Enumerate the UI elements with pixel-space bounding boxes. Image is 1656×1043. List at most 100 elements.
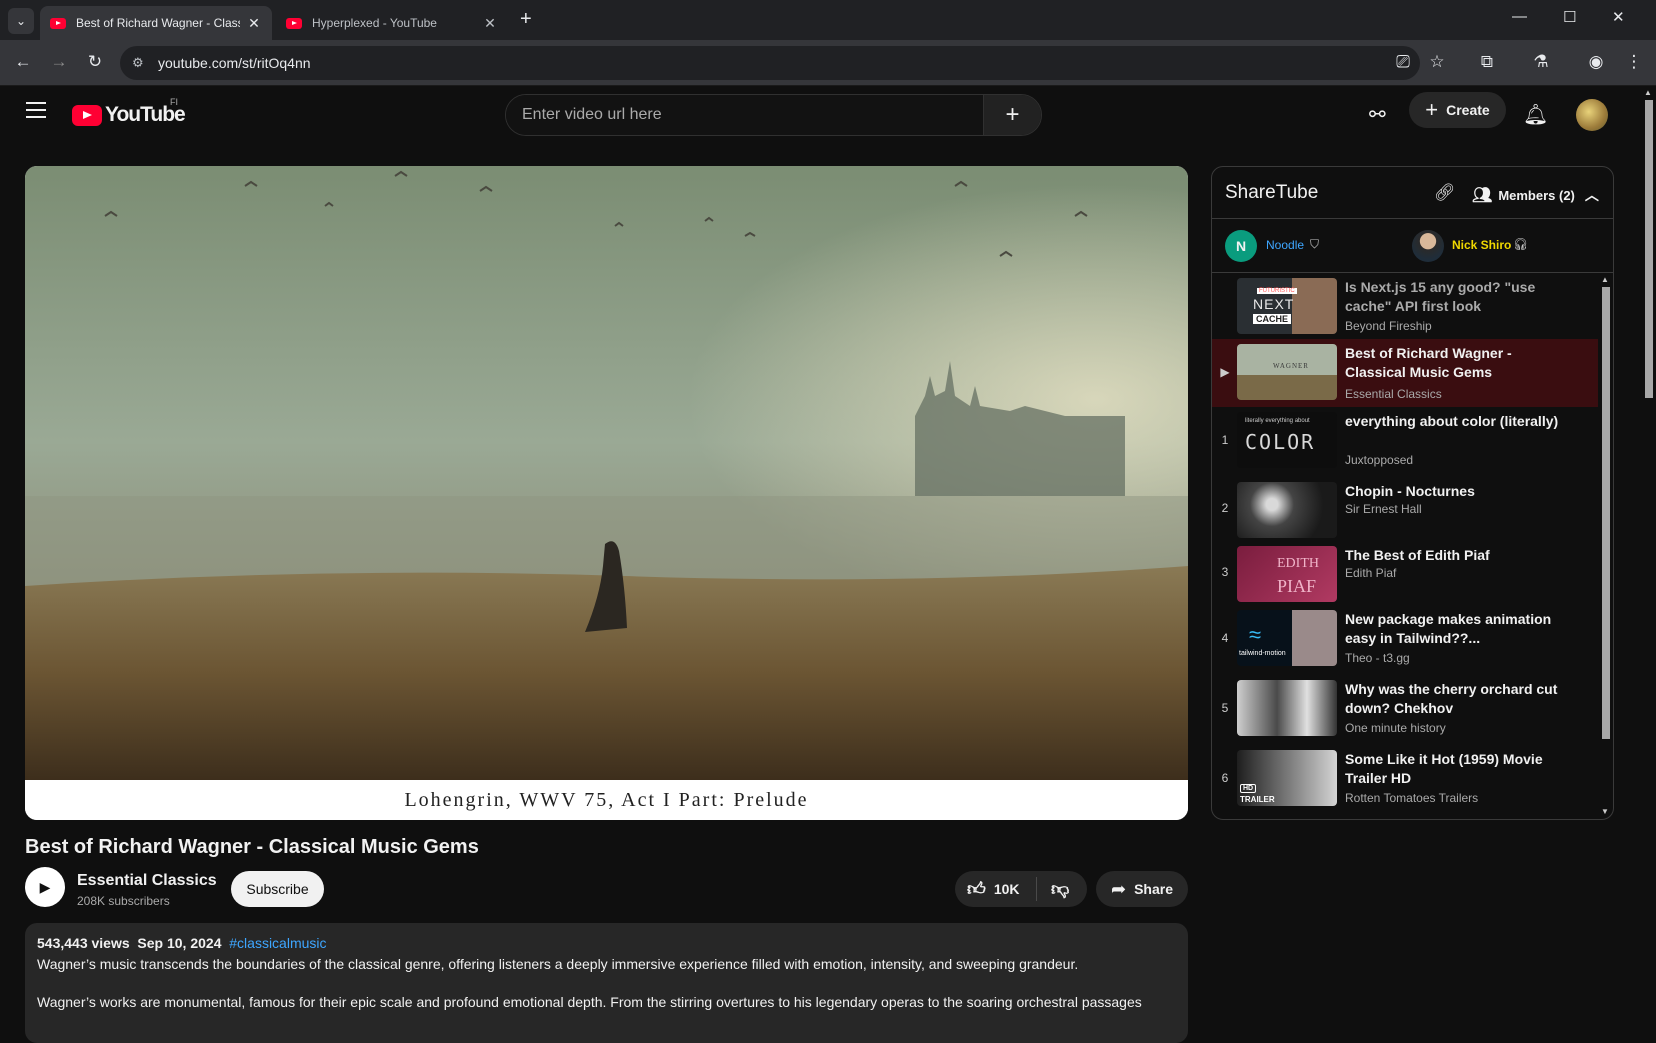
- notifications-bell-icon[interactable]: 🔔︎: [1523, 102, 1548, 127]
- browser-tab-bar: ⌄ Best of Richard Wagner - Classical Mus…: [0, 0, 1656, 40]
- browser-menu-icon[interactable]: ⋮: [1623, 52, 1645, 72]
- queue-item[interactable]: 1 literally everything about COLOR every…: [1212, 407, 1598, 473]
- subscribe-button[interactable]: Subscribe: [231, 871, 324, 907]
- close-window-icon[interactable]: ✕: [1612, 8, 1625, 26]
- youtube-favicon-icon: [50, 17, 66, 29]
- close-tab-icon[interactable]: ✕: [246, 15, 262, 32]
- queue-item[interactable]: 3 EDITH PIAF The Best of Edith Piaf Edit…: [1212, 541, 1598, 603]
- video-meta: 543,443 views Sep 10, 2024 #classicalmus…: [37, 935, 1176, 951]
- queue-item[interactable]: 6 HD TRAILER Some Like it Hot (1959) Mov…: [1212, 745, 1598, 811]
- video-caption: Lohengrin, WWV 75, Act I Part: Prelude: [25, 780, 1188, 820]
- install-app-icon[interactable]: ⎚: [1392, 52, 1414, 72]
- thumbs-up-icon: 👍︎: [967, 879, 986, 899]
- queue-item[interactable]: FUTURISTIC NEXT CACHE Is Next.js 15 any …: [1212, 273, 1598, 339]
- upload-date: Sep 10, 2024: [137, 935, 222, 951]
- close-tab-icon[interactable]: ✕: [482, 15, 498, 32]
- subscriber-count: 208K subscribers: [77, 894, 170, 908]
- dislike-button[interactable]: 👎︎: [1037, 878, 1069, 900]
- queue-title: Some Like it Hot (1959) Movie Trailer HD: [1345, 751, 1543, 786]
- queue-thumbnail: EDITH PIAF: [1237, 546, 1337, 602]
- queue-thumbnail: WAGNER: [1237, 344, 1337, 400]
- queue-number: 4: [1221, 631, 1229, 645]
- reload-icon[interactable]: ↻: [84, 52, 106, 72]
- queue-channel: Rotten Tomatoes Trailers: [1345, 791, 1479, 805]
- queue-channel: Theo - t3.gg: [1345, 651, 1410, 665]
- queue-title: Chopin - Nocturnes: [1345, 483, 1475, 499]
- hashtag-link[interactable]: #classicalmusic: [229, 935, 326, 951]
- queue-channel: Essential Classics: [1345, 387, 1442, 401]
- scroll-up-arrow-icon[interactable]: ▲: [1644, 88, 1652, 97]
- tab-wagner[interactable]: Best of Richard Wagner - Classical Music…: [40, 6, 272, 40]
- page-scroll-thumb[interactable]: [1645, 100, 1653, 398]
- share-arrow-icon: ➦: [1110, 878, 1127, 899]
- queue-thumbnail: literally everything about COLOR: [1237, 412, 1337, 468]
- view-count: 543,443 views: [37, 935, 130, 951]
- minimize-icon[interactable]: —: [1512, 8, 1527, 25]
- video-url-search: +: [505, 94, 1042, 136]
- description-box[interactable]: 543,443 views Sep 10, 2024 #classicalmus…: [25, 923, 1188, 1043]
- thumb-text: COLOR: [1245, 430, 1316, 454]
- bookmark-star-icon[interactable]: ☆: [1426, 52, 1448, 72]
- back-icon[interactable]: ←: [12, 52, 34, 72]
- like-button[interactable]: 👍︎ 10K: [955, 877, 1037, 901]
- queue-thumbnail: FUTURISTIC NEXT CACHE: [1237, 278, 1337, 334]
- scroll-down-arrow-icon[interactable]: ▼: [1601, 807, 1609, 816]
- queue-item[interactable]: 4 ≈ tailwind-motion New package makes an…: [1212, 605, 1598, 671]
- queue-item[interactable]: 2 Chopin - Nocturnes Sir Ernest Hall: [1212, 477, 1598, 539]
- queue-title: everything about color (literally): [1345, 413, 1559, 429]
- channel-name[interactable]: Essential Classics: [77, 872, 217, 890]
- sharetube-extension-icon[interactable]: ⚯: [1369, 102, 1386, 127]
- queue-scrollbar[interactable]: ▲ ▼: [1598, 273, 1613, 819]
- members-toggle[interactable]: 👥︎ Members (2) ︿: [1472, 185, 1599, 205]
- queue-scroll-thumb[interactable]: [1602, 287, 1610, 739]
- share-label: Share: [1134, 881, 1173, 897]
- tab-hyperplexed[interactable]: Hyperplexed - YouTube ✕: [276, 6, 508, 40]
- youtube-logo[interactable]: YouTube FI: [72, 97, 186, 127]
- profile-icon[interactable]: ◉: [1585, 52, 1607, 72]
- page-scrollbar[interactable]: ▲: [1641, 86, 1656, 1007]
- forward-icon[interactable]: →: [48, 52, 70, 72]
- queue-title: Best of Richard Wagner - Classical Music…: [1345, 345, 1512, 380]
- video-player[interactable]: Lohengrin, WWV 75, Act I Part: Prelude: [25, 166, 1188, 820]
- channel-avatar[interactable]: ▶︎: [25, 867, 65, 907]
- description-paragraph: Wagner’s music transcends the boundaries…: [37, 956, 1079, 972]
- queue-thumbnail: [1237, 680, 1337, 736]
- member-name-noodle: Noodle: [1266, 238, 1305, 252]
- tab-search-button[interactable]: ⌄: [8, 8, 34, 34]
- thumb-text: CACHE: [1253, 314, 1292, 324]
- queue-title: Why was the cherry orchard cut down? Che…: [1345, 681, 1558, 716]
- thumb-text: TRAILER: [1240, 795, 1275, 804]
- youtube-favicon-icon: [286, 17, 302, 29]
- queue-item-current[interactable]: ▶ WAGNER Best of Richard Wagner - Classi…: [1212, 339, 1598, 407]
- add-video-button[interactable]: +: [983, 95, 1041, 135]
- chevron-up-icon: ︿: [1584, 187, 1599, 203]
- labs-flask-icon[interactable]: ⚗: [1530, 52, 1552, 72]
- queue-number: 5: [1221, 701, 1229, 715]
- scroll-up-arrow-icon[interactable]: ▲: [1601, 275, 1609, 284]
- tab-title: Hyperplexed - YouTube: [312, 16, 437, 30]
- new-tab-icon[interactable]: +: [520, 8, 532, 31]
- youtube-header: YouTube FI + ⚯ + Create 🔔︎: [0, 86, 1656, 144]
- menu-hamburger-icon[interactable]: [26, 102, 46, 123]
- queue-channel: Juxtopposed: [1345, 453, 1414, 467]
- video-url-input[interactable]: [506, 95, 983, 135]
- region-code: FI: [170, 97, 178, 107]
- user-avatar[interactable]: [1576, 99, 1608, 131]
- video-title: Best of Richard Wagner - Classical Music…: [25, 836, 479, 858]
- queue-channel: One minute history: [1345, 721, 1446, 735]
- thumb-text: PIAF: [1277, 576, 1317, 596]
- thumb-text: literally everything about: [1245, 418, 1310, 424]
- description-paragraph: Wagner’s works are monumental, famous fo…: [37, 994, 1142, 1010]
- site-info-icon[interactable]: ⚙: [132, 55, 144, 71]
- create-button[interactable]: + Create: [1409, 92, 1506, 128]
- address-bar[interactable]: ⚙ youtube.com/st/ritOq4nn: [120, 46, 1420, 80]
- members-list: N Noodle ⛉ Nick Shiro 🎧︎: [1212, 219, 1613, 273]
- copy-link-icon[interactable]: 🔗︎: [1434, 183, 1456, 203]
- member-avatar-noodle: N: [1225, 230, 1257, 262]
- thumbs-down-icon: 👎︎: [1051, 879, 1070, 899]
- extensions-icon[interactable]: ⧉: [1476, 52, 1498, 72]
- members-label: Members (2): [1498, 187, 1575, 203]
- share-button[interactable]: ➦ Share: [1096, 871, 1188, 907]
- queue-item[interactable]: 5 Why was the cherry orchard cut down? C…: [1212, 675, 1598, 741]
- maximize-icon[interactable]: ☐: [1563, 8, 1576, 26]
